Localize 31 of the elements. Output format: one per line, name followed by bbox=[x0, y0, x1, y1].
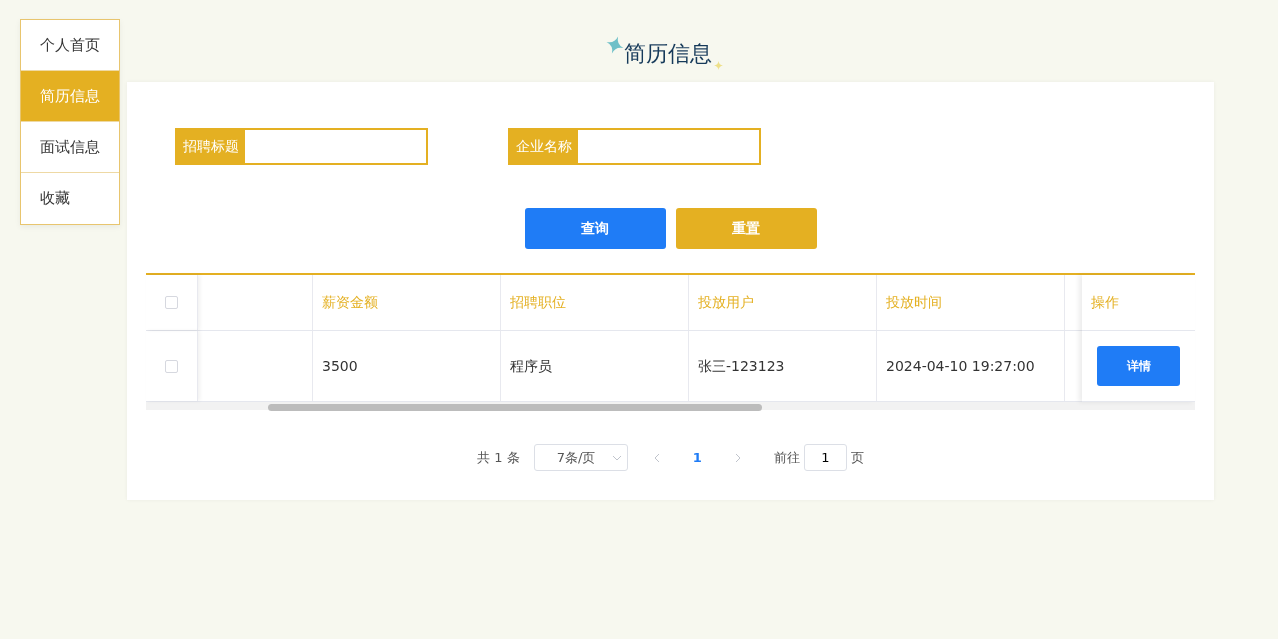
table-cell: 程序员 bbox=[501, 331, 689, 401]
chevron-down-icon bbox=[611, 454, 622, 461]
checkbox[interactable] bbox=[165, 296, 178, 309]
search-button[interactable]: 查询 bbox=[524, 208, 666, 249]
page-size-select[interactable]: 7条/页 bbox=[533, 444, 628, 471]
sparkle-icon bbox=[606, 36, 624, 54]
previous-page-icon[interactable] bbox=[652, 452, 661, 463]
field-label: 企业名称 bbox=[510, 130, 578, 163]
scrollbar-thumb[interactable] bbox=[268, 404, 762, 411]
details-button[interactable]: 详情 bbox=[1097, 346, 1180, 386]
column-header: 投放用户 bbox=[689, 275, 877, 330]
page-input[interactable]: 1 bbox=[803, 444, 847, 471]
page-title: 简历信息 bbox=[624, 40, 712, 68]
total-count: 共 1 条 bbox=[477, 448, 520, 467]
sidebar-item[interactable]: 收藏 bbox=[21, 173, 119, 224]
table-cell: 2024-04-10 19:27:00 bbox=[877, 331, 1065, 401]
column-header: 薪资金额 bbox=[313, 275, 501, 330]
sparkle-icon bbox=[714, 61, 723, 70]
table-cell: 张三-123123 bbox=[689, 331, 877, 401]
column-header: 招聘职位 bbox=[501, 275, 689, 330]
next-page-icon[interactable] bbox=[733, 452, 742, 463]
checkbox[interactable] bbox=[165, 359, 178, 373]
sidebar-item[interactable]: 个人首页 bbox=[21, 20, 119, 71]
page-number[interactable]: 1 bbox=[692, 447, 702, 468]
column-header: 操作 bbox=[1090, 293, 1119, 312]
sidebar-item[interactable]: 面试信息 bbox=[21, 122, 119, 173]
table-cell: 3500 bbox=[313, 331, 501, 401]
goto-label: 前往 bbox=[773, 448, 800, 467]
column-header: 投放时间 bbox=[877, 275, 1065, 330]
field-label: 招聘标题 bbox=[177, 130, 245, 163]
page-unit-label: 页 bbox=[850, 448, 864, 467]
